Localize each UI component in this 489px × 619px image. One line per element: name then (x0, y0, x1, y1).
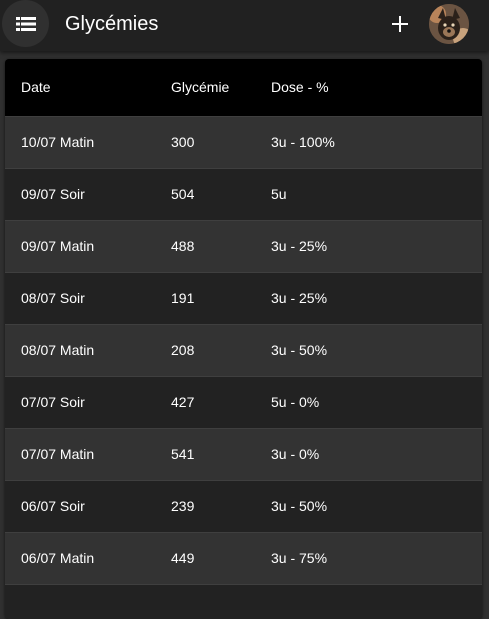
cell-glycemia: 504 (171, 186, 195, 202)
table-row[interactable]: 09/07 Matin 488 3u - 25% (5, 220, 482, 272)
cell-date: 06/07 Soir (21, 498, 85, 514)
cell-date: 10/07 Matin (21, 134, 95, 150)
cell-glycemia: 208 (171, 342, 195, 358)
table-row[interactable]: 07/07 Matin 541 3u - 0% (5, 428, 482, 480)
app-bar: Glycémies (0, 0, 489, 51)
page-title: Glycémies (65, 13, 159, 35)
user-avatar[interactable] (429, 4, 469, 44)
glycemia-table: Date Glycémie Dose - % 10/07 Matin 300 3… (5, 59, 482, 585)
cell-dose: 5u (271, 186, 287, 202)
cell-date: 07/07 Soir (21, 394, 85, 410)
cell-dose: 3u - 0% (271, 446, 320, 462)
table-row[interactable]: 09/07 Soir 504 5u (5, 168, 482, 220)
glycemia-table-card: Date Glycémie Dose - % 10/07 Matin 300 3… (5, 59, 482, 619)
table-row[interactable]: 08/07 Matin 208 3u - 50% (5, 324, 482, 376)
cell-dose: 3u - 25% (271, 290, 328, 306)
cell-date: 07/07 Matin (21, 446, 95, 462)
cell-dose: 3u - 50% (271, 498, 328, 514)
cell-date: 08/07 Soir (21, 290, 85, 306)
table-row[interactable]: 08/07 Soir 191 3u - 25% (5, 272, 482, 324)
cell-dose: 3u - 25% (271, 238, 328, 254)
cell-date: 09/07 Soir (21, 186, 85, 202)
cell-date: 06/07 Matin (21, 550, 95, 566)
cell-glycemia: 449 (171, 550, 195, 566)
column-header-date[interactable]: Date (5, 59, 171, 117)
column-header-glycemia[interactable]: Glycémie (171, 59, 271, 117)
table-row[interactable]: 06/07 Soir 239 3u - 50% (5, 480, 482, 532)
table-row[interactable]: 07/07 Soir 427 5u - 0% (5, 376, 482, 428)
column-header-dose[interactable]: Dose - % (271, 59, 482, 117)
list-icon (15, 16, 36, 31)
add-button[interactable] (384, 8, 416, 40)
menu-button[interactable] (2, 0, 49, 47)
cell-glycemia: 239 (171, 498, 195, 514)
table-header-row: Date Glycémie Dose - % (5, 59, 482, 117)
cell-dose: 3u - 75% (271, 550, 328, 566)
cell-dose: 3u - 50% (271, 342, 328, 358)
cell-date: 08/07 Matin (21, 342, 95, 358)
cell-glycemia: 488 (171, 238, 195, 254)
cell-dose: 5u - 0% (271, 394, 320, 410)
cell-glycemia: 191 (171, 290, 195, 306)
cell-date: 09/07 Matin (21, 238, 95, 254)
table-row[interactable]: 10/07 Matin 300 3u - 100% (5, 116, 482, 168)
plus-icon (392, 16, 408, 32)
cell-glycemia: 300 (171, 134, 195, 150)
cell-glycemia: 541 (171, 446, 195, 462)
table-row[interactable]: 06/07 Matin 449 3u - 75% (5, 532, 482, 584)
cell-dose: 3u - 100% (271, 134, 335, 150)
cell-glycemia: 427 (171, 394, 195, 410)
avatar-image (429, 4, 469, 44)
